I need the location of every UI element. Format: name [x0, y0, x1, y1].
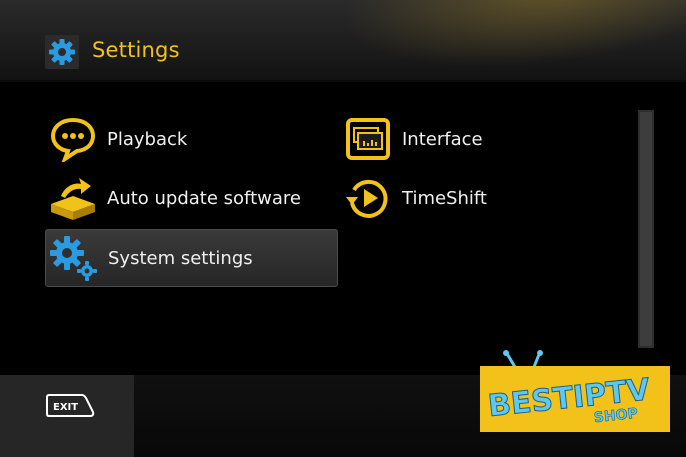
brand-logo: BESTIPTV SHOP	[476, 350, 674, 434]
menu-item-label: Interface	[402, 128, 483, 150]
scrollbar-thumb[interactable]	[640, 112, 652, 346]
menu-item-label: TimeShift	[402, 187, 487, 209]
scrollbar[interactable]	[638, 110, 654, 348]
menu-item-playback[interactable]: Playback	[45, 112, 335, 166]
menu-item-label: Auto update software	[107, 187, 301, 209]
menu-item-label: System settings	[108, 247, 253, 269]
menu-item-interface[interactable]: Interface	[340, 112, 620, 166]
exit-label: EXIT	[53, 402, 78, 413]
exit-button[interactable]: EXIT	[44, 393, 96, 423]
update-box-icon	[45, 174, 101, 222]
speech-bubble-icon	[45, 115, 101, 163]
header-bar: Settings	[0, 0, 686, 82]
menu-item-auto-update[interactable]: Auto update software	[45, 171, 335, 225]
page-title: Settings	[92, 38, 180, 62]
settings-gear-icon	[45, 35, 79, 69]
menu-item-timeshift[interactable]: TimeShift	[340, 171, 620, 225]
exit-key-icon: EXIT	[46, 394, 95, 417]
menu-item-system-settings[interactable]: System settings	[45, 229, 338, 287]
system-gears-icon	[46, 234, 102, 282]
interface-screen-icon	[340, 115, 396, 163]
menu-item-label: Playback	[107, 128, 188, 150]
timeshift-play-icon	[340, 174, 396, 222]
